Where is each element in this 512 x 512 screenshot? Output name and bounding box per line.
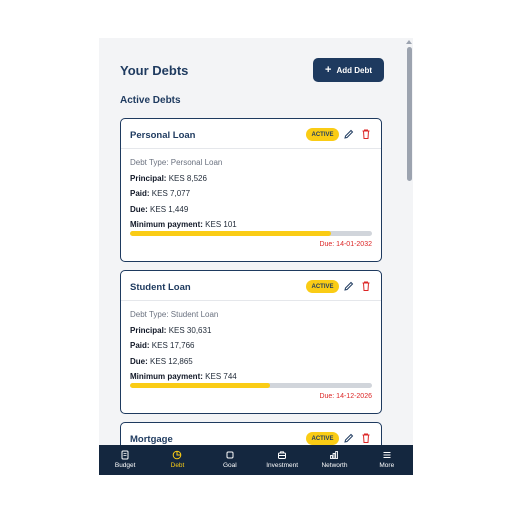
debt-details: Debt Type: Personal Loan Principal: KES … (130, 155, 372, 233)
debt-card: Mortgage ACTIVE (120, 422, 382, 445)
debt-card: Student Loan ACTIVE Debt Type: Student L… (120, 270, 382, 414)
app-screen: Your Debts + Add Debt Active Debts Perso… (99, 38, 413, 475)
edit-icon[interactable] (343, 432, 355, 444)
section-title: Active Debts (120, 95, 181, 106)
status-badge: ACTIVE (306, 280, 339, 293)
paid-row: Paid: KES 7,077 (130, 189, 191, 198)
delete-icon[interactable] (360, 432, 372, 444)
due-row: Due: KES 12,865 (130, 356, 193, 366)
edit-icon[interactable] (343, 128, 355, 140)
nav-item-debt[interactable]: Debt (151, 445, 203, 475)
nav-item-investment[interactable]: Investment (256, 445, 308, 475)
add-debt-button[interactable]: + Add Debt (313, 58, 384, 82)
debts-page: Your Debts + Add Debt Active Debts Perso… (99, 38, 405, 445)
page-title: Your Debts (120, 63, 189, 78)
progress-bar (130, 383, 372, 388)
debt-type: Debt Type: Student Loan (130, 310, 219, 319)
page-header: Your Debts + Add Debt (120, 58, 384, 82)
progress-bar (130, 231, 372, 236)
scrollbar-thumb[interactable] (406, 47, 412, 181)
debt-icon (173, 450, 182, 460)
debt-details: Debt Type: Student Loan Principal: KES 3… (130, 307, 372, 385)
plus-icon: + (325, 63, 332, 76)
nav-item-goal[interactable]: Goal (204, 445, 256, 475)
debt-name: Mortgage (130, 434, 173, 445)
status-badge: ACTIVE (306, 432, 339, 445)
delete-icon[interactable] (360, 128, 372, 140)
status-badge: ACTIVE (306, 128, 339, 141)
nav-label: More (379, 462, 395, 469)
bottom-nav: Budget Debt Goal Investment Networth Mor… (99, 445, 413, 475)
nav-label: Goal (222, 462, 237, 469)
progress-fill (130, 231, 331, 236)
principal-row: Principal: KES 8,526 (130, 173, 207, 183)
debt-type: Debt Type: Personal Loan (130, 158, 223, 167)
nav-item-budget[interactable]: Budget (99, 445, 151, 475)
debt-name: Student Loan (130, 282, 191, 293)
card-header: Personal Loan ACTIVE (121, 119, 381, 149)
due-date: Due: 14-01-2032 (319, 241, 372, 248)
add-debt-label: Add Debt (336, 65, 372, 75)
nav-label: Debt (170, 462, 185, 469)
goal-icon (226, 451, 234, 459)
nav-item-networth[interactable]: Networth (308, 445, 360, 475)
networth-icon (330, 451, 339, 459)
menu-icon (383, 452, 391, 458)
due-date: Due: 14-12-2026 (319, 393, 372, 400)
principal-row: Principal: KES 30,631 (130, 325, 212, 335)
card-header: Student Loan ACTIVE (121, 271, 381, 301)
nav-label: Investment (266, 462, 299, 469)
nav-item-more[interactable]: More (361, 445, 413, 475)
nav-label: Budget (114, 462, 136, 469)
debt-name: Personal Loan (130, 130, 196, 141)
paid-row: Paid: KES 17,766 (130, 341, 195, 350)
delete-icon[interactable] (360, 280, 372, 292)
investment-icon (278, 451, 287, 459)
due-row: Due: KES 1,449 (130, 204, 189, 214)
nav-label: Networth (321, 462, 348, 469)
debt-card: Personal Loan ACTIVE Debt Type: Personal… (120, 118, 382, 262)
budget-icon (121, 450, 129, 460)
card-header: Mortgage ACTIVE (121, 423, 381, 445)
progress-fill (130, 383, 271, 388)
edit-icon[interactable] (343, 280, 355, 292)
scroll-up-arrow-icon[interactable] (406, 40, 412, 44)
scrollbar[interactable] (405, 38, 413, 445)
